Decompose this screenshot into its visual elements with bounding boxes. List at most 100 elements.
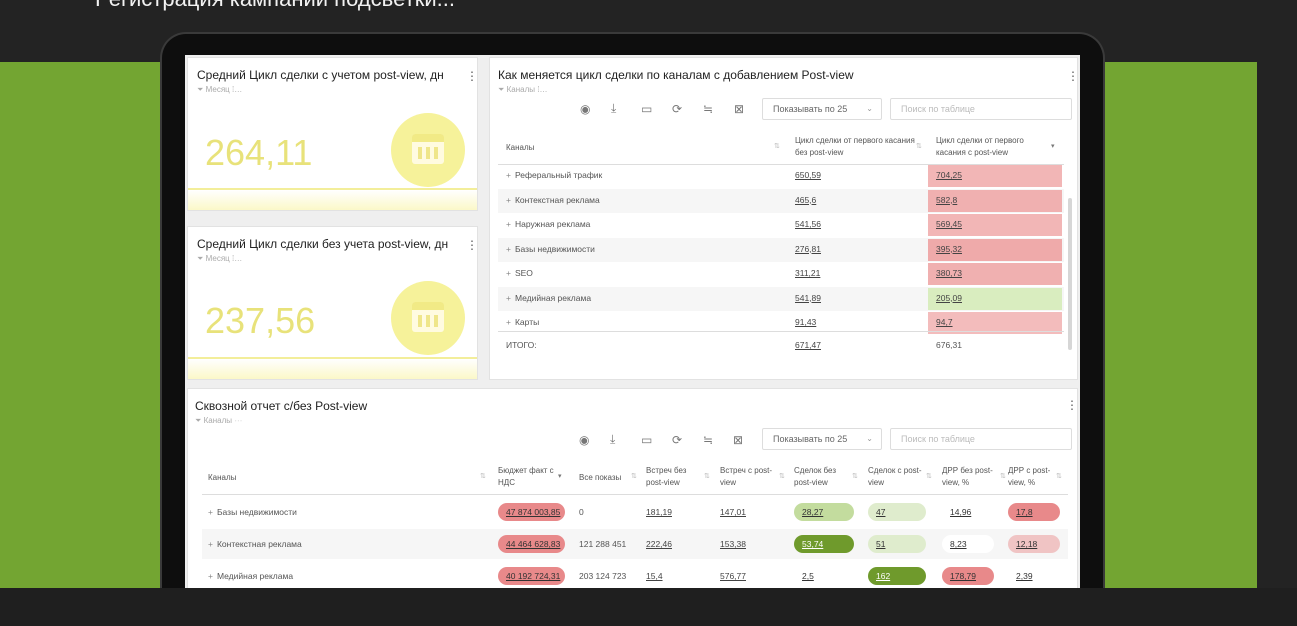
budget-pill[interactable]: 44 464 628,83 bbox=[498, 535, 565, 553]
excel-icon[interactable]: ⊠ bbox=[734, 102, 744, 116]
filter-chip[interactable]: ⏷ Месяц ⁞… bbox=[197, 85, 242, 95]
channel-name[interactable]: + Реферальный трафик bbox=[506, 170, 602, 180]
more-menu-icon[interactable]: ⋮ bbox=[1067, 70, 1079, 82]
expand-plus-icon[interactable]: + bbox=[506, 170, 511, 180]
drr-without-pill[interactable]: 14,96 bbox=[942, 503, 994, 521]
channel-name[interactable]: + SEO bbox=[506, 268, 533, 278]
cycle-without-postview[interactable]: 311,21 bbox=[795, 268, 820, 278]
sort-icon[interactable]: ⇅ bbox=[926, 472, 932, 480]
channel-name[interactable]: + Контекстная реклама bbox=[506, 195, 600, 205]
deals-with-pill[interactable]: 47 bbox=[868, 503, 926, 521]
expand-plus-icon[interactable]: + bbox=[506, 244, 511, 254]
sort-icon[interactable]: ⇅ bbox=[1000, 472, 1006, 480]
cycle-with-postview[interactable]: 380,73 bbox=[936, 268, 962, 278]
column-header-shows[interactable]: Все показы bbox=[579, 472, 621, 484]
table-search-input[interactable]: Поиск по таблице bbox=[890, 98, 1072, 120]
cycle-without-postview[interactable]: 276,81 bbox=[795, 244, 821, 254]
drr-without-pill[interactable]: 8,23 bbox=[942, 535, 994, 553]
palette-icon[interactable]: ◉ bbox=[580, 102, 590, 116]
sort-icon[interactable]: ⇅ bbox=[852, 472, 858, 480]
meet-without-value[interactable]: 15,4 bbox=[646, 571, 663, 581]
channel-name[interactable]: + Базы недвижимости bbox=[208, 507, 297, 517]
column-header-channels[interactable]: Каналы bbox=[506, 142, 534, 154]
column-header-drr-without[interactable]: ДРР без post-view, % bbox=[942, 465, 1000, 489]
cycle-without-postview[interactable]: 541,89 bbox=[795, 293, 821, 303]
deals-with-pill[interactable]: 162 bbox=[868, 567, 926, 585]
cycle-with-postview[interactable]: 395,32 bbox=[936, 244, 962, 254]
sort-desc-icon[interactable]: ▾ bbox=[558, 472, 562, 480]
refresh-icon[interactable]: ⟳ bbox=[672, 102, 682, 116]
channel-name[interactable]: + Базы недвижимости bbox=[506, 244, 595, 254]
cycle-without-postview[interactable]: 650,59 bbox=[795, 170, 821, 180]
column-header-budget[interactable]: Бюджет факт с НДС bbox=[498, 465, 566, 489]
table-scrollbar[interactable] bbox=[1068, 198, 1072, 350]
sort-desc-icon[interactable]: ▾ bbox=[1051, 142, 1055, 150]
deals-without-pill[interactable]: 2,5 bbox=[794, 567, 854, 585]
rows-per-page-select[interactable]: Показывать по 25 ⌄ bbox=[762, 428, 882, 450]
expand-plus-icon[interactable]: + bbox=[506, 219, 511, 229]
cycle-with-postview[interactable]: 582,8 bbox=[936, 195, 957, 205]
expand-plus-icon[interactable]: + bbox=[506, 195, 511, 205]
channel-name[interactable]: + Карты bbox=[506, 317, 539, 327]
download-icon[interactable]: ⤓ bbox=[611, 101, 616, 116]
column-header-deals-without[interactable]: Сделок без post-view bbox=[794, 465, 849, 489]
sort-icon[interactable]: ⇅ bbox=[1056, 472, 1062, 480]
sort-icon[interactable]: ⇅ bbox=[480, 472, 486, 480]
more-menu-icon[interactable]: ⋮ bbox=[466, 239, 478, 251]
sort-icon[interactable]: ⇅ bbox=[779, 472, 785, 480]
sort-icon[interactable]: ⇅ bbox=[631, 472, 637, 480]
sort-icon[interactable]: ⇅ bbox=[916, 142, 922, 150]
hierarchy-icon[interactable]: ≒ bbox=[703, 433, 713, 447]
drr-with-pill[interactable]: 17,8 bbox=[1008, 503, 1060, 521]
channel-name[interactable]: + Медийная реклама bbox=[506, 293, 591, 303]
filter-chip[interactable]: ⏷ Каналы ⁞… bbox=[498, 85, 547, 95]
expand-plus-icon[interactable]: + bbox=[208, 507, 213, 517]
meet-with-value[interactable]: 147,01 bbox=[720, 507, 746, 517]
column-header-channels[interactable]: Каналы bbox=[208, 472, 236, 484]
column-header-deals-with[interactable]: Сделок с post-view bbox=[868, 465, 923, 489]
download-icon[interactable]: ⤓ bbox=[610, 432, 615, 447]
budget-pill[interactable]: 47 874 003,85 bbox=[498, 503, 565, 521]
cycle-without-postview[interactable]: 541,56 bbox=[795, 219, 821, 229]
channel-name[interactable]: + Контекстная реклама bbox=[208, 539, 302, 549]
cycle-with-postview[interactable]: 94,7 bbox=[936, 317, 953, 327]
expand-plus-icon[interactable]: + bbox=[506, 293, 511, 303]
column-header-without-postview[interactable]: Цикл сделки от первого касания без post-… bbox=[795, 135, 915, 159]
palette-icon[interactable]: ◉ bbox=[579, 433, 589, 447]
refresh-icon[interactable]: ⟳ bbox=[672, 433, 682, 447]
cycle-without-postview[interactable]: 465,6 bbox=[795, 195, 816, 205]
deals-without-pill[interactable]: 28,27 bbox=[794, 503, 854, 521]
drr-with-pill[interactable]: 2,39 bbox=[1008, 567, 1060, 585]
drr-with-pill[interactable]: 12,18 bbox=[1008, 535, 1060, 553]
column-header-drr-with[interactable]: ДРР с post-view, % bbox=[1008, 465, 1060, 489]
meet-without-value[interactable]: 222,46 bbox=[646, 539, 672, 549]
excel-icon[interactable]: ⊠ bbox=[733, 433, 743, 447]
column-header-with-postview[interactable]: Цикл сделки от первого касания с post-vi… bbox=[936, 135, 1051, 159]
budget-pill[interactable]: 40 192 724,31 bbox=[498, 567, 565, 585]
deals-without-pill[interactable]: 53,74 bbox=[794, 535, 854, 553]
meet-with-value[interactable]: 576,77 bbox=[720, 571, 746, 581]
filter-chip[interactable]: ⏷ Месяц ⁞… bbox=[197, 254, 242, 264]
more-menu-icon[interactable]: ⋮ bbox=[466, 70, 478, 82]
more-menu-icon[interactable]: ⋮ bbox=[1066, 399, 1078, 411]
rows-per-page-select[interactable]: Показывать по 25 ⌄ bbox=[762, 98, 882, 120]
meet-with-value[interactable]: 153,38 bbox=[720, 539, 746, 549]
hierarchy-icon[interactable]: ≒ bbox=[703, 102, 713, 116]
expand-plus-icon[interactable]: + bbox=[506, 317, 511, 327]
cycle-with-postview[interactable]: 704,25 bbox=[936, 170, 962, 180]
channel-name[interactable]: + Медийная реклама bbox=[208, 571, 293, 581]
print-icon[interactable]: ▭ bbox=[641, 433, 652, 447]
total-without-postview[interactable]: 671,47 bbox=[795, 340, 821, 350]
deals-with-pill[interactable]: 51 bbox=[868, 535, 926, 553]
print-icon[interactable]: ▭ bbox=[641, 102, 652, 116]
column-header-meet-with[interactable]: Встреч с post-view bbox=[720, 465, 782, 489]
expand-plus-icon[interactable]: + bbox=[208, 539, 213, 549]
sort-icon[interactable]: ⇅ bbox=[704, 472, 710, 480]
table-search-input[interactable]: Поиск по таблице bbox=[890, 428, 1072, 450]
cycle-with-postview[interactable]: 205,09 bbox=[936, 293, 962, 303]
drr-without-pill[interactable]: 178,79 bbox=[942, 567, 994, 585]
expand-plus-icon[interactable]: + bbox=[208, 571, 213, 581]
meet-without-value[interactable]: 181,19 bbox=[646, 507, 672, 517]
expand-plus-icon[interactable]: + bbox=[506, 268, 511, 278]
cycle-without-postview[interactable]: 91,43 bbox=[795, 317, 816, 327]
